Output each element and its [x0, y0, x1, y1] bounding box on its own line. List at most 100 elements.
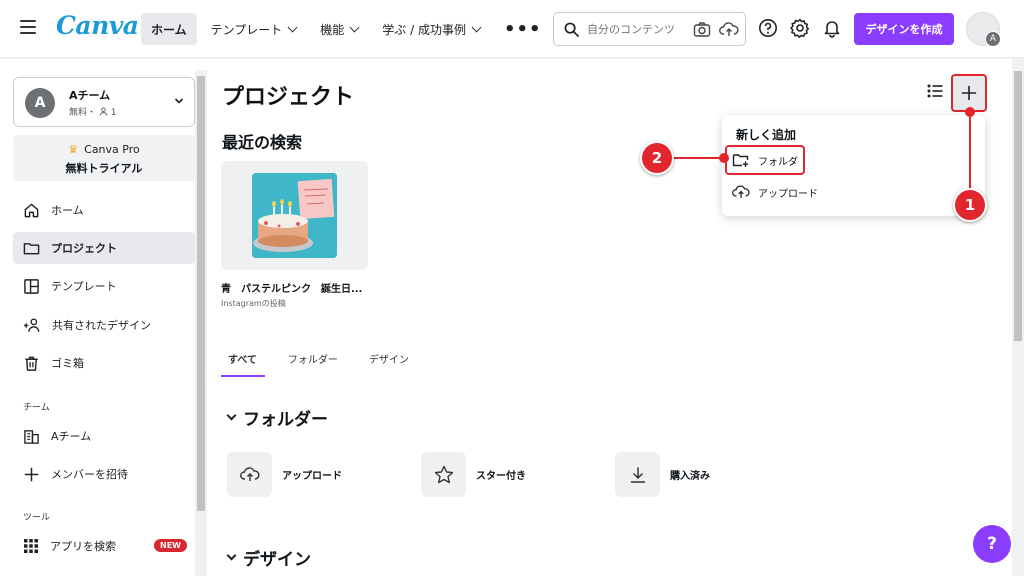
- folder-purchased-tile: [615, 452, 660, 497]
- add-new-menu-title: 新しく追加: [736, 128, 797, 142]
- sidebar-item-label: ゴミ箱: [51, 357, 84, 370]
- building-icon: [24, 429, 39, 444]
- search-input[interactable]: [587, 22, 677, 36]
- sidebar-item-home[interactable]: ホーム: [13, 194, 195, 226]
- tab-designs[interactable]: デザイン: [362, 351, 417, 377]
- folder-upload[interactable]: アップロード: [227, 452, 342, 497]
- sidebar-item-shared[interactable]: 共有されたデザイン: [13, 309, 195, 341]
- step-marker-1: 1: [953, 188, 987, 222]
- sidebar-item-label: Aチーム: [51, 430, 92, 443]
- sidebar-item-trash[interactable]: ゴミ箱: [13, 347, 195, 379]
- folder-label: 購入済み: [670, 471, 710, 482]
- add-new-menu: 新しく追加 フォルダ アップロード: [722, 115, 985, 216]
- star-icon: [434, 465, 453, 484]
- chevron-down-icon: [287, 22, 298, 32]
- shared-icon: [23, 318, 40, 332]
- page-title: プロジェクト: [222, 85, 355, 110]
- sidebar-item-invite[interactable]: メンバーを招待: [13, 458, 195, 490]
- help-button[interactable]: ?: [973, 525, 1011, 563]
- sidebar-item-team[interactable]: Aチーム: [13, 420, 195, 452]
- sidebar-scroll-thumb[interactable]: [197, 76, 205, 511]
- marker-1-dot: [965, 107, 975, 117]
- menu-item-folder[interactable]: フォルダ: [732, 152, 798, 168]
- sidebar-scrollbar[interactable]: [195, 70, 207, 576]
- team-name: Aチーム: [69, 89, 111, 102]
- folder-icon: [23, 242, 40, 254]
- top-bar: Canva ホーム テンプレート 機能 学ぶ / 成功事例 ••• デザインを作…: [0, 0, 1024, 58]
- new-badge: NEW: [154, 539, 187, 552]
- sidebar-item-label: プロジェクト: [51, 242, 117, 255]
- list-view-icon[interactable]: [927, 84, 943, 98]
- bell-icon[interactable]: [822, 18, 842, 38]
- top-nav: ホーム テンプレート 機能 学ぶ / 成功事例 •••: [141, 13, 552, 45]
- apps-grid-icon: [24, 539, 38, 553]
- nav-learn-label: 学ぶ / 成功事例: [382, 22, 466, 37]
- design-name[interactable]: 青 パステルピンク 誕生日...: [221, 280, 371, 295]
- sidebar-item-projects[interactable]: プロジェクト: [13, 232, 195, 264]
- folder-label: スター付き: [476, 471, 526, 482]
- folders-heading-text: フォルダー: [243, 410, 328, 430]
- plus-icon: [24, 467, 39, 481]
- more-icon[interactable]: •••: [494, 13, 552, 45]
- design-thumbnail: [252, 173, 337, 258]
- nav-features-label: 機能: [320, 22, 345, 37]
- recent-design-card[interactable]: [221, 161, 368, 270]
- menu-item-upload[interactable]: アップロード: [732, 184, 818, 200]
- chevron-down-icon: [349, 22, 360, 32]
- chevron-down-icon: [174, 98, 184, 104]
- canva-pro-trial[interactable]: ♛ Canva Pro 無料トライアル: [13, 135, 195, 181]
- pro-title-text: Canva Pro: [84, 143, 140, 156]
- sidebar-item-templates[interactable]: テンプレート: [13, 270, 195, 302]
- birthday-cake-image: [252, 173, 337, 258]
- help-icon[interactable]: [758, 18, 778, 38]
- download-icon: [630, 466, 645, 483]
- tab-all[interactable]: すべて: [221, 351, 265, 377]
- marker-2-dot: [719, 153, 729, 163]
- sidebar-item-label: メンバーを招待: [51, 468, 128, 481]
- search-box[interactable]: [553, 12, 746, 46]
- team-member-count: 1: [110, 108, 117, 118]
- sidebar-item-label: テンプレート: [51, 280, 117, 293]
- nav-home-label: ホーム: [151, 22, 187, 37]
- canva-logo[interactable]: Canva: [56, 11, 139, 40]
- chevron-down-icon: [226, 550, 237, 561]
- menu-item-label: フォルダ: [758, 156, 798, 168]
- main-scroll-thumb[interactable]: [1014, 71, 1022, 341]
- menu-item-label: アップロード: [758, 188, 818, 200]
- folder-label: アップロード: [282, 471, 342, 482]
- nav-templates[interactable]: テンプレート: [201, 13, 307, 45]
- pro-subtitle: 無料トライアル: [65, 162, 143, 175]
- main-scrollbar[interactable]: [1012, 59, 1024, 576]
- folder-upload-tile: [227, 452, 272, 497]
- template-icon: [24, 278, 39, 294]
- cloud-upload-icon: [732, 185, 750, 198]
- chevron-down-icon: [226, 410, 237, 421]
- pro-title: ♛ Canva Pro: [13, 143, 195, 156]
- folder-starred-tile: [421, 452, 466, 497]
- plus-icon: [961, 85, 977, 101]
- recent-searches-heading: 最近の検索: [222, 133, 303, 152]
- folder-starred[interactable]: スター付き: [421, 452, 526, 497]
- user-avatar[interactable]: A: [966, 12, 1001, 47]
- search-icon: [564, 22, 579, 37]
- cloud-upload-icon[interactable]: [719, 21, 739, 38]
- content-tabs: すべて フォルダー デザイン: [221, 351, 433, 377]
- folders-section-heading[interactable]: フォルダー: [226, 405, 328, 430]
- gear-icon[interactable]: [790, 18, 810, 38]
- sidebar-item-apps[interactable]: アプリを検索 NEW: [13, 530, 195, 562]
- team-plan: 無料・ 1: [69, 105, 117, 118]
- folder-purchased[interactable]: 購入済み: [615, 452, 710, 497]
- nav-learn[interactable]: 学ぶ / 成功事例: [372, 13, 490, 45]
- team-switcher[interactable]: A Aチーム 無料・ 1: [13, 77, 195, 127]
- camera-icon[interactable]: [693, 21, 711, 38]
- tab-folders[interactable]: フォルダー: [281, 351, 346, 377]
- step-marker-2: 2: [640, 141, 674, 175]
- nav-home[interactable]: ホーム: [141, 13, 197, 45]
- menu-icon[interactable]: [20, 20, 36, 34]
- person-icon: [99, 107, 107, 116]
- nav-features[interactable]: 機能: [310, 13, 368, 45]
- create-design-button[interactable]: デザインを作成: [854, 13, 954, 45]
- team-section-heading: チーム: [23, 403, 50, 413]
- folder-plus-icon: [732, 154, 749, 167]
- designs-section-heading[interactable]: デザイン: [226, 545, 311, 570]
